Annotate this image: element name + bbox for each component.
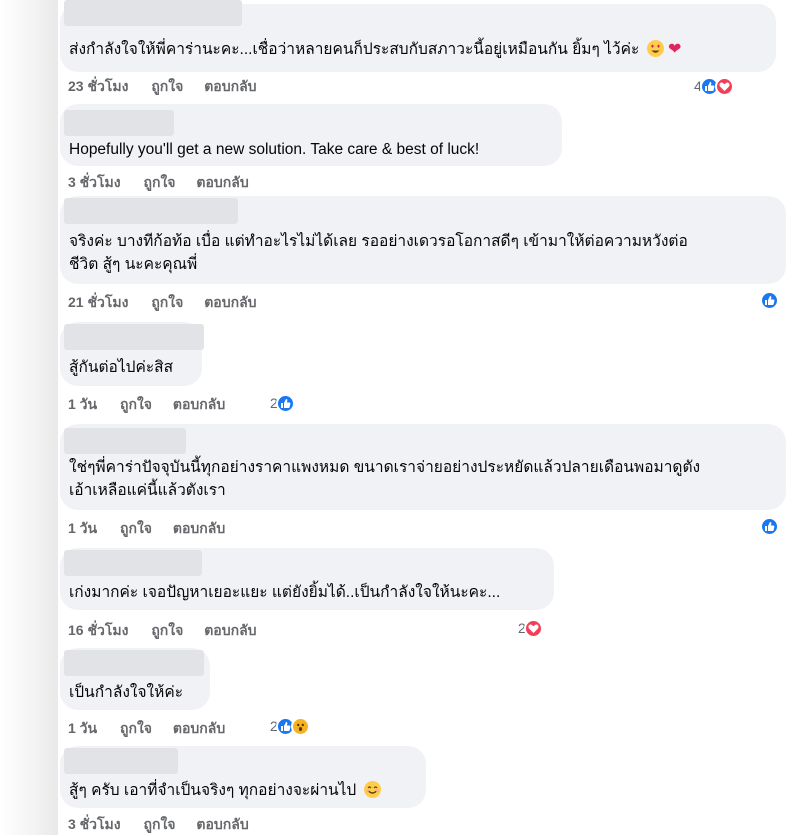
reply-button[interactable]: ตอบกลับ	[196, 174, 248, 190]
wow-reaction-icon	[290, 716, 310, 736]
reaction-summary[interactable]	[760, 516, 779, 536]
like-button[interactable]: ถูกใจ	[151, 294, 183, 310]
reaction-summary[interactable]	[760, 290, 779, 310]
comment-bubble: Hopefully you'll get a new solution. Tak…	[60, 104, 562, 166]
comment-text: ส่งกำลังใจให้พี่คาร่านะคะ...เชื่อว่าหลาย…	[69, 40, 682, 58]
comment-timestamp[interactable]: 1 วัน	[68, 720, 97, 736]
like-button[interactable]: ถูกใจ	[144, 816, 176, 832]
comment-text-line-2: เอ้าเหลือแค่นี้แล้วตังเรา	[69, 482, 226, 499]
comment-actions: 21 ชั่วโมง ถูกใจ ตอบกลับ	[68, 292, 274, 314]
reply-button[interactable]: ตอบกลับ	[204, 622, 256, 638]
comment-actions: 1 วัน ถูกใจ ตอบกลับ	[68, 518, 242, 540]
comment-timestamp[interactable]: 23 ชั่วโมง	[68, 78, 128, 94]
like-reaction-icon	[760, 516, 779, 536]
commenter-name-blurred[interactable]	[64, 428, 186, 454]
reply-button[interactable]: ตอบกลับ	[204, 78, 256, 94]
comment-text-line-2: ชีวิต สู้ๆ นะคะคุณพี่	[69, 256, 198, 273]
like-reaction-icon	[275, 393, 295, 413]
reaction-summary[interactable]: 2	[518, 618, 543, 638]
reply-button[interactable]: ตอบกลับ	[204, 294, 256, 310]
comment-timestamp[interactable]: 1 วัน	[68, 520, 97, 536]
commenter-name-blurred[interactable]	[64, 650, 204, 676]
comment-text: Hopefully you'll get a new solution. Tak…	[69, 141, 480, 158]
comment-timestamp[interactable]: 3 ชั่วโมง	[68, 816, 121, 832]
comment-timestamp[interactable]: 1 วัน	[68, 396, 97, 412]
comment-bubble: ส่งกำลังใจให้พี่คาร่านะคะ...เชื่อว่าหลาย…	[60, 0, 776, 72]
like-button[interactable]: ถูกใจ	[120, 720, 152, 736]
comment-actions: 3 ชั่วโมง ถูกใจ ตอบกลับ	[68, 814, 266, 836]
commenter-name-blurred[interactable]	[64, 0, 242, 26]
reaction-summary[interactable]: 2	[270, 716, 310, 736]
comment-actions: 16 ชั่วโมง ถูกใจ ตอบกลับ	[68, 620, 274, 642]
comment-text-line-1: ใช่ๆพี่คาร่าปัจจุบันนี้ทุกอย่างราคาแพงหม…	[69, 459, 701, 476]
comment-actions: 1 วัน ถูกใจ ตอบกลับ	[68, 394, 242, 416]
comment-text-line-1: จริงค่ะ บางทีก้อท้อ เบื่อ แต่ทำอะไรไม่ได…	[69, 233, 688, 250]
reaction-summary[interactable]: 4	[694, 76, 734, 96]
comment-timestamp[interactable]: 21 ชั่วโมง	[68, 294, 128, 310]
comment-timestamp[interactable]: 3 ชั่วโมง	[68, 174, 121, 190]
comment-bubble: สู้ๆ ครับ เอาที่จำเป็นจริงๆ ทุกอย่างจะผ่…	[60, 746, 426, 808]
comment-timestamp[interactable]: 16 ชั่วโมง	[68, 622, 128, 638]
comment-text: เป็นกำลังใจให้ค่ะ	[69, 684, 184, 701]
comment-bubble: จริงค่ะ บางทีก้อท้อ เบื่อ แต่ทำอะไรไม่ได…	[60, 196, 786, 284]
comment-bubble: เป็นกำลังใจให้ค่ะ	[60, 648, 210, 710]
reaction-summary[interactable]: 2	[270, 393, 295, 413]
love-reaction-icon	[714, 76, 734, 96]
comment-bubble: ใช่ๆพี่คาร่าปัจจุบันนี้ทุกอย่างราคาแพงหม…	[60, 424, 786, 510]
love-reaction-icon	[523, 618, 543, 638]
reply-button[interactable]: ตอบกลับ	[196, 816, 248, 832]
commenter-name-blurred[interactable]	[64, 198, 238, 224]
like-button[interactable]: ถูกใจ	[144, 174, 176, 190]
reply-button[interactable]: ตอบกลับ	[173, 720, 225, 736]
comment-bubble: สู้กันต่อไปค่ะสิส	[60, 322, 204, 386]
like-button[interactable]: ถูกใจ	[120, 520, 152, 536]
commenter-name-blurred[interactable]	[64, 324, 204, 350]
comment-actions: 1 วัน ถูกใจ ตอบกลับ	[68, 718, 242, 740]
heart-eyes-emoji-icon	[646, 40, 664, 57]
reply-button[interactable]: ตอบกลับ	[173, 520, 225, 536]
like-button[interactable]: ถูกใจ	[120, 396, 152, 412]
commenter-name-blurred[interactable]	[64, 550, 202, 576]
reply-button[interactable]: ตอบกลับ	[173, 396, 225, 412]
comment-text: สู้กันต่อไปค่ะสิส	[69, 359, 174, 376]
smile-emoji-icon	[363, 781, 381, 798]
like-button[interactable]: ถูกใจ	[151, 622, 183, 638]
comment-bubble: เก่งมากค่ะ เจอปัญหาเยอะแยะ แต่ยังยิ้มได้…	[60, 548, 554, 610]
commenter-name-blurred[interactable]	[64, 110, 174, 136]
commenter-name-blurred[interactable]	[64, 748, 178, 774]
comment-actions: 3 ชั่วโมง ถูกใจ ตอบกลับ	[68, 172, 266, 194]
comment-text: เก่งมากค่ะ เจอปัญหาเยอะแยะ แต่ยังยิ้มได้…	[69, 584, 501, 601]
heart-emoji-icon: ❤	[667, 41, 682, 58]
like-reaction-icon	[760, 290, 779, 310]
comment-text: สู้ๆ ครับ เอาที่จำเป็นจริงๆ ทุกอย่างจะผ่…	[69, 779, 381, 802]
left-edge-shadow	[0, 0, 58, 835]
comment-actions: 23 ชั่วโมง ถูกใจ ตอบกลับ	[68, 76, 274, 98]
like-button[interactable]: ถูกใจ	[151, 78, 183, 94]
